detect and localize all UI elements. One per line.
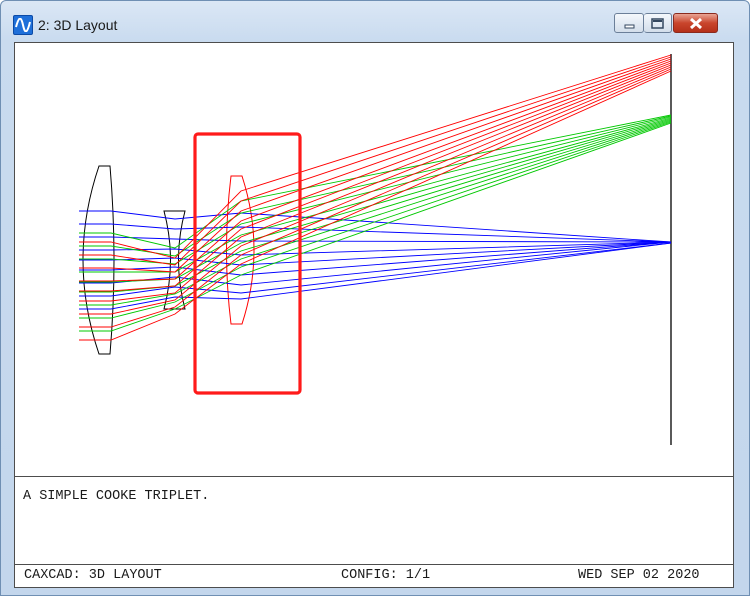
ray-red-3: [79, 60, 672, 282]
maximize-button[interactable]: [644, 13, 672, 33]
window-title: 2: 3D Layout: [38, 17, 118, 33]
footer-date: WED SEP 02 2020: [578, 568, 700, 583]
ray-green-5: [79, 119, 672, 293]
ray-green-1: [79, 115, 672, 257]
ray-red-8: [79, 70, 672, 341]
separator-top: [15, 476, 733, 477]
close-button[interactable]: [673, 13, 718, 33]
ray-red-6: [79, 66, 672, 315]
footer-config: CONFIG: 1/1: [341, 568, 431, 583]
close-icon: [689, 17, 703, 30]
maximize-icon: [651, 18, 664, 29]
ray-red-5: [79, 64, 672, 302]
optical-layout-drawing: [79, 54, 672, 445]
footer-program: CAXCAD: 3D LAYOUT: [24, 568, 162, 583]
minimize-button[interactable]: [614, 13, 644, 33]
ray-blue-2: [79, 236, 672, 243]
minimize-icon: [624, 24, 635, 29]
ray-fan: [79, 54, 672, 341]
highlight-box: [193, 132, 302, 395]
layout-client-area: A SIMPLE COOKE TRIPLET. CAXCAD: 3D LAYOU…: [14, 42, 734, 588]
ray-red-4: [79, 62, 672, 292]
title-bar[interactable]: 2: 3D Layout: [1, 1, 749, 41]
layout-window: 2: 3D Layout A SIMPLE COOKE TRIPLET. CAX…: [0, 0, 750, 596]
ray-red-2: [79, 58, 672, 273]
ray-red-1: [79, 56, 672, 266]
separator-bottom: [15, 564, 733, 565]
app-wave-icon: [13, 15, 33, 35]
system-description: A SIMPLE COOKE TRIPLET.: [23, 489, 210, 504]
